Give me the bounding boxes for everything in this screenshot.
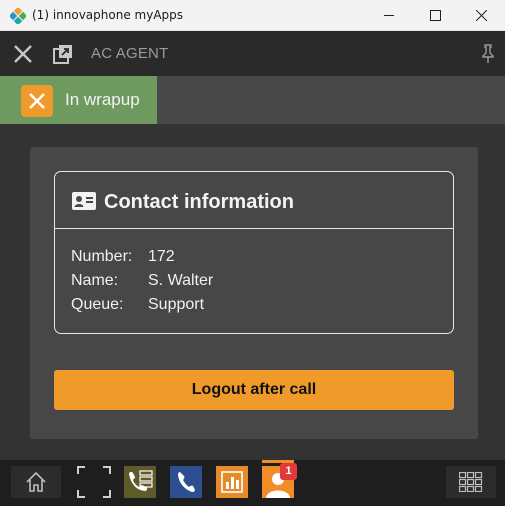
innovaphone-logo-icon <box>10 8 26 24</box>
status-button[interactable] <box>21 85 53 117</box>
queue-value: Support <box>148 296 205 313</box>
notification-badge: 1 <box>280 463 297 480</box>
close-icon <box>476 10 487 21</box>
window-close-button[interactable] <box>459 0 505 31</box>
app-header: AC AGENT <box>0 31 505 76</box>
queue-app-button[interactable] <box>124 466 156 498</box>
main-content: Contact information Number: 172 Name: S.… <box>0 124 505 460</box>
status-label: In wrapup <box>65 90 140 109</box>
agent-panel: Contact information Number: 172 Name: S.… <box>30 147 478 439</box>
focus-icon[interactable] <box>77 466 111 498</box>
queue-app-icon <box>129 470 153 491</box>
home-button[interactable] <box>11 466 61 498</box>
contact-card-header: Contact information <box>55 172 453 229</box>
contact-card: Contact information Number: 172 Name: S.… <box>54 171 454 334</box>
pin-icon[interactable] <box>480 44 496 64</box>
status-bar: In wrapup <box>0 76 505 124</box>
contact-card-title: Contact information <box>104 191 294 213</box>
number-value: 172 <box>148 248 175 265</box>
phone-app-icon <box>178 472 195 492</box>
maximize-icon <box>430 10 441 21</box>
home-icon <box>26 471 46 492</box>
contact-card-icon <box>72 192 96 210</box>
x-icon <box>29 93 45 109</box>
apps-grid-button[interactable] <box>446 466 496 498</box>
bottom-dock: 1 <box>0 460 505 506</box>
window-title: (1) innovaphone myApps <box>32 8 184 22</box>
apps-grid-icon <box>459 472 483 492</box>
popout-icon[interactable] <box>52 43 74 65</box>
window-titlebar: (1) innovaphone myApps <box>0 0 505 31</box>
minimize-button[interactable] <box>367 0 413 31</box>
reports-app-button[interactable] <box>216 466 248 498</box>
maximize-button[interactable] <box>413 0 459 31</box>
logout-after-call-button[interactable]: Logout after call <box>54 370 454 410</box>
number-label: Number: <box>71 248 133 265</box>
reports-app-icon <box>221 471 243 493</box>
name-value: S. Walter <box>148 272 214 289</box>
status-indicator: In wrapup <box>0 76 157 124</box>
queue-label: Queue: <box>71 296 124 313</box>
phone-app-button[interactable] <box>170 466 202 498</box>
app-title: AC AGENT <box>91 45 169 62</box>
minimize-icon <box>384 15 394 16</box>
name-label: Name: <box>71 272 119 289</box>
close-icon[interactable] <box>12 43 34 65</box>
